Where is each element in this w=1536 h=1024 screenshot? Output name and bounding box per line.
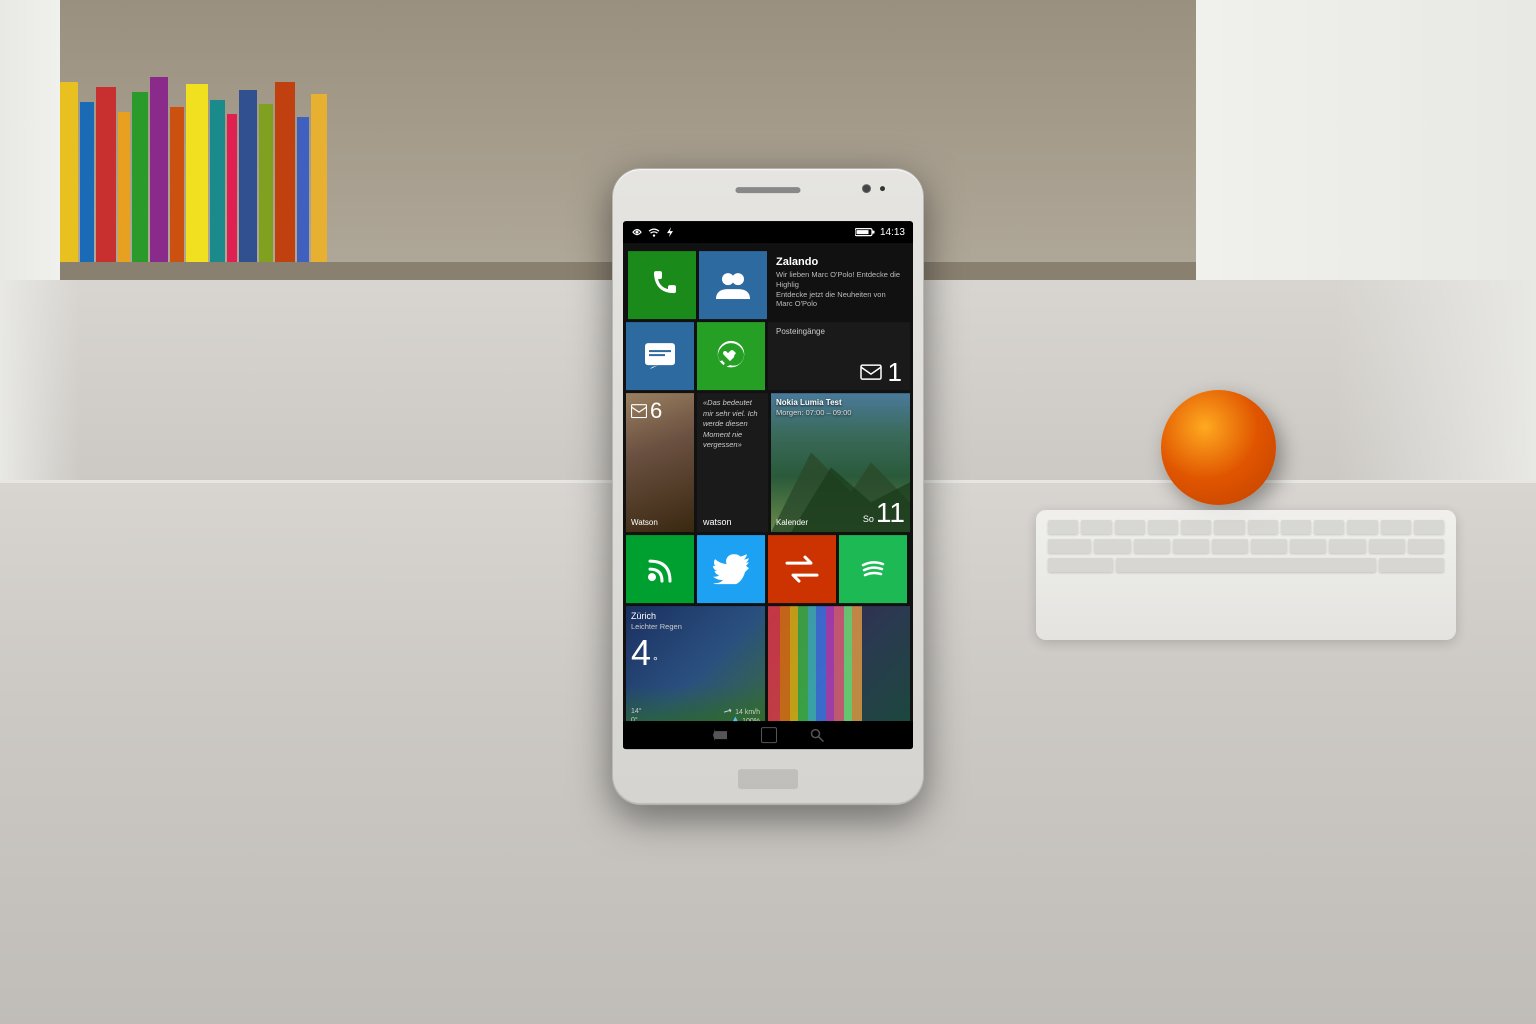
tile-twitter-sm[interactable] <box>697 535 765 603</box>
tile-messages[interactable] <box>626 322 694 390</box>
tile-photos[interactable]: Fotos <box>768 606 910 721</box>
nav-search[interactable] <box>809 727 825 743</box>
nav-windows[interactable] <box>761 727 777 743</box>
screen-tiles: Zalando Wir lieben Marc O'Polo! Entdecke… <box>623 243 913 721</box>
phone-reflection <box>633 804 903 828</box>
wind-icon <box>723 708 733 716</box>
weather-unit: ° <box>653 654 658 668</box>
tile-weather[interactable]: Zürich Leichter Regen 4 ° 14° <box>626 606 765 721</box>
tile-spotify[interactable] <box>839 535 907 603</box>
watson-label: Watson <box>631 518 658 527</box>
tile-phone[interactable] <box>628 251 696 319</box>
phone-body: 14:13 Zalando <box>613 169 923 804</box>
calendar-event: Nokia Lumia Test <box>776 398 905 407</box>
rss-icon <box>644 553 676 585</box>
keyboard <box>1036 510 1456 640</box>
zalando-title: Zalando <box>776 256 902 268</box>
mail-sm-icon <box>631 404 647 418</box>
phone-bottom-area <box>738 769 798 789</box>
weather-wind: 14 km/h <box>723 708 760 716</box>
tile-rss[interactable] <box>626 535 694 603</box>
screen-nav-bar <box>623 721 913 749</box>
inbox-label: Posteingänge <box>776 327 902 336</box>
phone-screen: 14:13 Zalando <box>623 221 913 749</box>
calendar-time: Morgen: 07:00 – 09:00 <box>776 408 905 417</box>
exchange-icon <box>785 555 819 583</box>
weather-city: Zürich <box>631 611 760 621</box>
spotify-icon <box>855 551 891 587</box>
tile-watson[interactable]: 6 Watson <box>626 393 694 532</box>
wifi-icon <box>648 227 660 237</box>
tile-calendar[interactable]: Nokia Lumia Test Morgen: 07:00 – 09:00 K… <box>771 393 910 532</box>
calendar-label: Kalender <box>776 518 808 527</box>
watson-count: 6 <box>650 398 662 424</box>
tile-people[interactable] <box>699 251 767 319</box>
calendar-day: So <box>863 514 874 524</box>
tile-exchange[interactable] <box>768 535 836 603</box>
phone-camera <box>862 184 871 193</box>
tile-zalando[interactable]: Zalando Wir lieben Marc O'Polo! Entdecke… <box>770 251 908 319</box>
phone-sensor <box>880 186 885 191</box>
status-bar: 14:13 <box>623 221 913 243</box>
zalando-text2: Entdecke jetzt die Neuheiten von Marc O'… <box>776 290 902 310</box>
nfc-icon <box>631 226 643 238</box>
weather-precip: 💧 100% <box>731 717 760 721</box>
calendar-date: 11 <box>876 499 905 527</box>
twitter-bird-icon <box>713 554 749 584</box>
tile-watson-news[interactable]: «Das bedeutet mir sehr viel. Ich werde d… <box>697 393 768 532</box>
weather-condition: Leichter Regen <box>631 622 760 631</box>
signal-icon <box>665 226 675 238</box>
weather-high: 14° <box>631 708 642 716</box>
nav-back[interactable] <box>711 726 729 744</box>
status-time: 14:13 <box>880 227 905 238</box>
weather-low: 0° <box>631 717 638 721</box>
zalando-text1: Wir lieben Marc O'Polo! Entdecke die Hig… <box>776 270 902 290</box>
status-right: 14:13 <box>855 227 905 238</box>
orange-ball <box>1161 390 1276 505</box>
tile-inbox[interactable]: Posteingänge 1 <box>768 322 910 390</box>
tile-whatsapp[interactable] <box>697 322 765 390</box>
inbox-count: 1 <box>888 359 902 385</box>
status-icons-left <box>631 226 675 238</box>
mail-icon <box>860 364 882 380</box>
phone-speaker <box>736 187 801 193</box>
watson-source: watson <box>703 517 762 527</box>
phone: 14:13 Zalando <box>613 169 923 804</box>
watson-quote: «Das bedeutet mir sehr viel. Ich werde d… <box>703 398 762 451</box>
battery-icon <box>855 227 875 237</box>
weather-temp: 4 <box>631 635 651 671</box>
